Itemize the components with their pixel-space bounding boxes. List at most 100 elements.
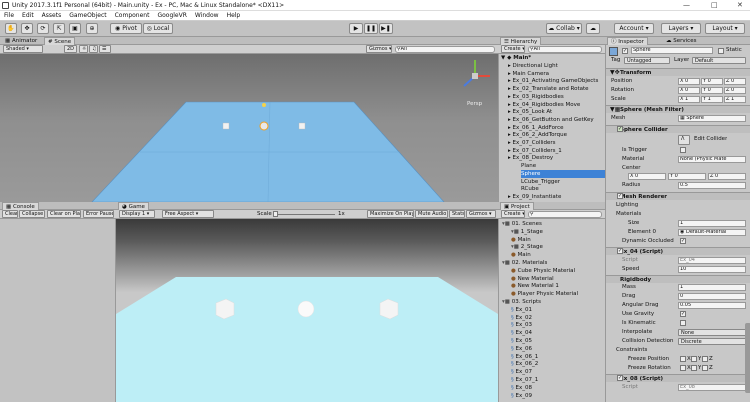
scale-tool-icon[interactable]: ⇱ xyxy=(53,23,65,34)
hierarchy-scene-root[interactable]: ▼ ◆ Main* xyxy=(501,54,531,62)
project-item[interactable]: § Ex_07 xyxy=(511,368,532,376)
hand-tool-icon[interactable]: ✋ xyxy=(5,23,17,34)
freeze-checkbox[interactable] xyxy=(680,356,686,362)
inspector-scrollbar[interactable] xyxy=(745,323,750,393)
project-item[interactable]: § Ex_06 xyxy=(511,345,532,353)
project-item[interactable]: § Ex_05 xyxy=(511,337,532,345)
project-item[interactable]: § Ex_08 xyxy=(511,384,532,392)
ex08-script-header[interactable]: Ex_08 (Script) xyxy=(606,374,750,382)
element0-field[interactable]: ◉ Default-Material xyxy=(678,229,746,236)
transform-scl-field[interactable]: Y 1 xyxy=(701,96,723,103)
hierarchy-search-input[interactable]: ⚲All xyxy=(528,46,602,53)
project-item[interactable]: § Ex_09 xyxy=(511,392,532,400)
mesh-renderer-header[interactable]: Mesh Renderer xyxy=(606,192,750,200)
account-dropdown[interactable]: Account ▾ xyxy=(614,23,654,34)
collider-enabled-checkbox[interactable]: ✓ xyxy=(617,126,623,132)
audio-icon[interactable]: ♫ xyxy=(89,45,98,53)
project-item[interactable]: ● Main xyxy=(511,251,531,259)
freeze-checkbox[interactable] xyxy=(702,365,708,371)
freeze-checkbox[interactable] xyxy=(691,356,697,362)
rect-tool-icon[interactable]: ▣ xyxy=(69,23,81,34)
tab-inspector[interactable]: ⓘ Inspector xyxy=(607,37,648,45)
freeze-checkbox[interactable] xyxy=(691,365,697,371)
drag-field[interactable]: 0 xyxy=(678,293,746,300)
display-dropdown[interactable]: Display 1 ▾ xyxy=(119,210,155,218)
project-create-dropdown[interactable]: Create ▾ xyxy=(501,210,525,218)
layers-dropdown[interactable]: Layers ▾ xyxy=(661,23,701,34)
menu-item[interactable]: Edit xyxy=(18,11,38,20)
scene-gizmos-dropdown[interactable]: Gizmos ▾ xyxy=(366,45,392,53)
materials-foldout[interactable]: Materials xyxy=(616,210,641,218)
dynamic-occluded-checkbox[interactable]: ✓ xyxy=(680,238,686,244)
project-item[interactable]: § Ex_03 xyxy=(511,321,532,329)
tab-scene[interactable]: # Scene xyxy=(44,37,76,45)
hierarchy-create-dropdown[interactable]: Create ▾ xyxy=(501,45,525,53)
active-checkbox[interactable]: ✓ xyxy=(622,48,628,54)
console-button[interactable]: Clear xyxy=(2,210,18,218)
mesh-field[interactable]: ▦ Sphere xyxy=(678,115,746,122)
close-icon[interactable]: ✕ xyxy=(737,1,743,9)
console-button[interactable]: Clear on Play xyxy=(47,210,81,218)
center-field[interactable]: Z 0 xyxy=(708,173,746,180)
project-item[interactable]: ● Cube Physic Material xyxy=(511,267,575,275)
play-button[interactable]: ▶ xyxy=(349,23,363,34)
rotate-tool-icon[interactable]: ⟳ xyxy=(37,23,49,34)
lighting-icon[interactable]: ☼ xyxy=(79,45,88,53)
scale-slider-handle[interactable] xyxy=(273,211,278,217)
transform-tool-icon[interactable]: ⊕ xyxy=(86,23,98,34)
transform-header[interactable]: Transform xyxy=(606,68,750,76)
mute-audio-toggle[interactable]: Mute Audio xyxy=(415,210,448,218)
hierarchy-item[interactable]: ▸ Ex_09_Instantiate xyxy=(508,193,605,201)
tab-game[interactable]: ◕ Game xyxy=(118,202,149,210)
console-log[interactable] xyxy=(0,219,116,402)
sphere-collider-header[interactable]: Sphere Collider xyxy=(606,125,750,133)
speed-field[interactable]: 10 xyxy=(678,266,746,273)
center-field[interactable]: X 0 xyxy=(628,173,666,180)
angular-drag-field[interactable]: 0.05 xyxy=(678,302,746,309)
interpolate-dropdown[interactable]: None xyxy=(678,329,746,336)
collision-detection-dropdown[interactable]: Discrete xyxy=(678,338,746,345)
project-item[interactable]: ● Player Physic Material xyxy=(511,290,578,298)
menu-item[interactable]: File xyxy=(0,11,18,20)
project-item[interactable]: § Ex_06_2 xyxy=(511,360,538,368)
shading-dropdown[interactable]: Shaded ▾ xyxy=(3,45,43,53)
2d-toggle[interactable]: 2D xyxy=(64,45,77,53)
center-field[interactable]: Y 0 xyxy=(668,173,706,180)
constraints-foldout[interactable]: Constraints xyxy=(616,346,647,354)
collider-material-field[interactable]: None (Physic Mate xyxy=(678,156,746,163)
layout-dropdown[interactable]: Layout ▾ xyxy=(705,23,745,34)
scene-gizmo-axis-icon[interactable] xyxy=(456,56,494,100)
effects-icon[interactable]: ☰ xyxy=(99,45,111,53)
cloud-icon[interactable]: ☁ xyxy=(586,23,600,34)
transform-scl-field[interactable]: X 1 xyxy=(678,96,700,103)
game-viewport[interactable] xyxy=(116,219,498,402)
freeze-checkbox[interactable] xyxy=(702,356,708,362)
project-item[interactable]: § Ex_07_1 xyxy=(511,376,538,384)
transform-rot-field[interactable]: Z 0 xyxy=(724,87,746,94)
project-item[interactable]: § Ex_04 xyxy=(511,329,532,337)
transform-pos-field[interactable]: Z 0 xyxy=(724,78,746,85)
object-name-field[interactable]: Sphere xyxy=(631,47,713,54)
use-gravity-checkbox[interactable]: ✓ xyxy=(680,311,686,317)
layer-dropdown[interactable]: Default xyxy=(692,57,746,64)
tag-dropdown[interactable]: Untagged xyxy=(624,57,670,64)
mesh-filter-header[interactable]: Sphere (Mesh Filter) xyxy=(606,105,750,113)
pause-button[interactable]: ❚❚ xyxy=(364,23,378,34)
transform-rot-field[interactable]: Y 0 xyxy=(701,87,723,94)
radius-field[interactable]: 0.5 xyxy=(678,182,746,189)
collab-button[interactable]: ☁ Collab ▾ xyxy=(546,23,582,34)
is-kinematic-checkbox[interactable] xyxy=(680,320,686,326)
tab-console[interactable]: ▦ Console xyxy=(2,202,39,210)
minimize-icon[interactable]: — xyxy=(683,1,690,9)
menu-item[interactable]: Assets xyxy=(38,11,66,20)
tab-hierarchy[interactable]: ☰ Hierarchy xyxy=(500,37,542,45)
local-button[interactable]: ◎ Local xyxy=(143,23,173,34)
tab-services[interactable]: ☁ Services xyxy=(663,37,699,45)
transform-rot-field[interactable]: X 0 xyxy=(678,87,700,94)
menu-item[interactable]: GameObject xyxy=(65,11,110,20)
scene-viewport[interactable]: Persp xyxy=(0,54,498,202)
pivot-button[interactable]: ◉ Pivot xyxy=(110,23,142,34)
move-tool-icon[interactable]: ✥ xyxy=(21,23,33,34)
project-item[interactable]: § Ex_02 xyxy=(511,314,532,322)
mass-field[interactable]: 1 xyxy=(678,284,746,291)
